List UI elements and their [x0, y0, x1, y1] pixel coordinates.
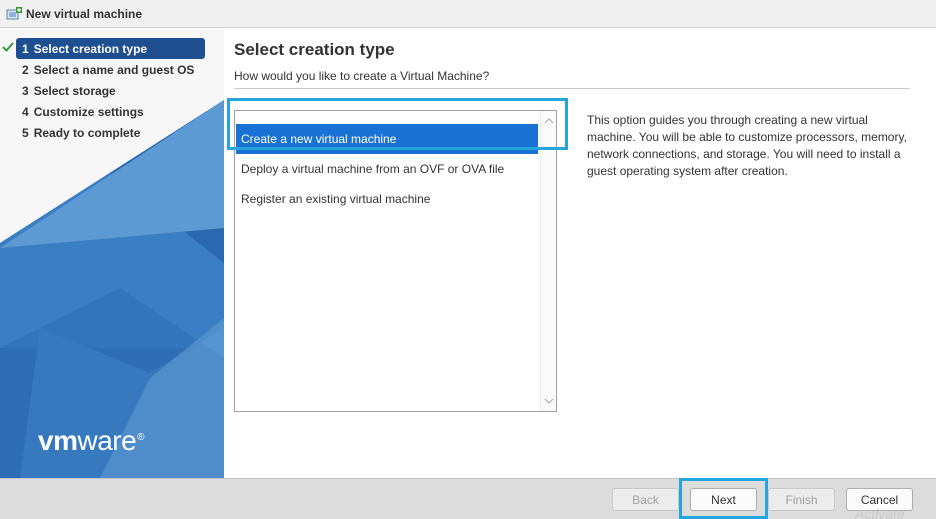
list-item-create-new-vm[interactable]: Create a new virtual machine: [236, 124, 538, 154]
step-label: Select a name and guest OS: [33, 62, 195, 77]
title-divider: [234, 88, 910, 89]
scroll-up-icon[interactable]: [541, 113, 557, 129]
wizard-sidebar: 1 Select creation type 2 Select a name a…: [0, 28, 224, 478]
step-ready-to-complete[interactable]: 5 Ready to complete: [0, 122, 224, 143]
step-number: 5: [22, 125, 29, 140]
step-select-name-guest-os[interactable]: 2 Select a name and guest OS: [0, 59, 224, 80]
wizard-steps: 1 Select creation type 2 Select a name a…: [0, 38, 224, 143]
logo-vm: vm: [38, 425, 78, 456]
step-number: 1: [22, 41, 29, 56]
creation-type-description: This option guides you through creating …: [587, 113, 907, 178]
step-number: 4: [22, 104, 29, 119]
step-number: 2: [22, 62, 29, 77]
finish-button[interactable]: Finish: [768, 488, 835, 511]
step-label: Select creation type: [33, 41, 148, 56]
step-number: 3: [22, 83, 29, 98]
logo-ware: ware: [77, 425, 137, 456]
step-label: Ready to complete: [33, 125, 141, 140]
step-label: Customize settings: [33, 104, 144, 119]
list-item-deploy-ovf-ova[interactable]: Deploy a virtual machine from an OVF or …: [236, 154, 538, 184]
scroll-down-icon[interactable]: [541, 393, 557, 409]
logo-registered-mark: ®: [137, 431, 145, 443]
back-button[interactable]: Back: [612, 488, 679, 511]
window-titlebar: New virtual machine: [0, 0, 936, 28]
wizard-content: Select creation type How would you like …: [224, 28, 936, 478]
step-customize-settings[interactable]: 4 Customize settings: [0, 101, 224, 122]
activation-watermark: Activate: [855, 506, 905, 519]
creation-type-list[interactable]: Create a new virtual machine Deploy a vi…: [234, 110, 557, 412]
step-select-creation-type[interactable]: 1 Select creation type: [16, 38, 205, 59]
window-title: New virtual machine: [26, 6, 143, 21]
page-subtitle: How would you like to create a Virtual M…: [234, 69, 490, 83]
vm-add-icon: [6, 6, 22, 21]
step-label: Select storage: [33, 83, 116, 98]
vmware-logo: vmware®: [38, 425, 145, 457]
next-button[interactable]: Next: [690, 488, 757, 511]
page-title: Select creation type: [234, 40, 395, 59]
list-scrollbar[interactable]: [540, 111, 556, 411]
wizard-footer: Back Next Finish Cancel: [0, 478, 936, 519]
step-select-storage[interactable]: 3 Select storage: [0, 80, 224, 101]
list-item-register-existing-vm[interactable]: Register an existing virtual machine: [236, 184, 538, 214]
